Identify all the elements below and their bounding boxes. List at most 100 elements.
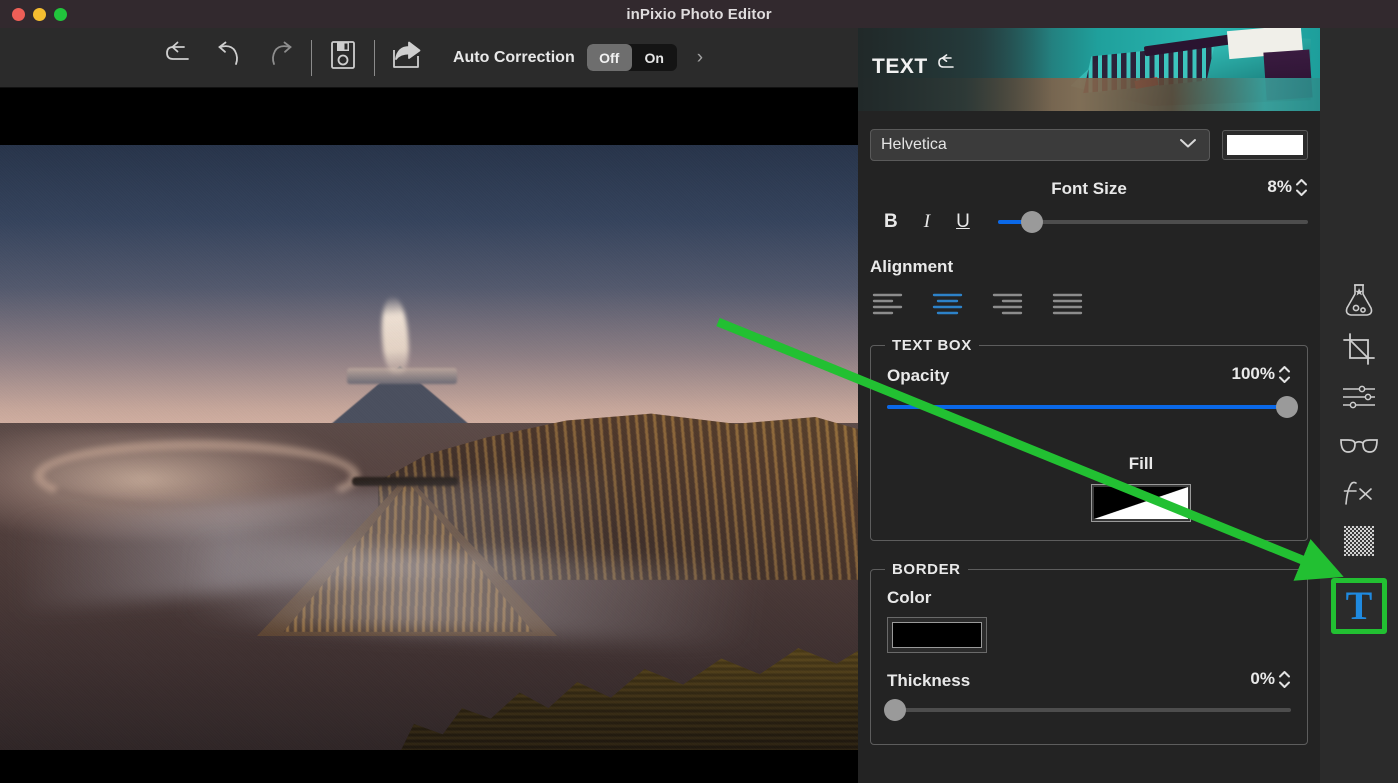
opacity-label: Opacity — [887, 366, 950, 385]
rail-item-crop[interactable] — [1331, 328, 1387, 374]
toolbar-divider-1 — [310, 39, 312, 76]
undo-icon — [214, 40, 246, 75]
crop-icon — [1342, 332, 1376, 371]
photo-mount-bromo[interactable] — [0, 145, 858, 750]
close-button[interactable] — [12, 7, 25, 21]
thickness-stepper[interactable] — [1278, 670, 1291, 689]
alignment-group — [870, 291, 1308, 321]
minimize-button[interactable] — [33, 7, 46, 21]
title-bar: inPixio Photo Editor — [0, 0, 1398, 28]
panel-reset-icon[interactable] — [937, 54, 959, 79]
font-size-slider[interactable] — [997, 209, 1308, 235]
align-justify-icon — [1052, 291, 1083, 322]
redo-button[interactable] — [255, 36, 305, 80]
rail-item-adjustments[interactable] — [1331, 376, 1387, 422]
font-row: Helvetica — [870, 129, 1308, 161]
share-icon — [390, 39, 422, 76]
rail-item-blur[interactable] — [1331, 424, 1387, 470]
bold-button[interactable]: B — [884, 211, 898, 233]
fill-color-value — [1094, 487, 1188, 519]
share-button[interactable] — [381, 36, 431, 80]
toolbar-icon-group — [155, 36, 431, 80]
font-size-slider-knob[interactable] — [1020, 211, 1043, 233]
adjustments-icon — [1341, 383, 1377, 416]
thickness-slider-knob[interactable] — [884, 699, 907, 721]
thickness-label: Thickness — [887, 671, 971, 690]
text-box-group: TEXT BOX Opacity 100% Fill — [870, 337, 1308, 541]
opacity-value-group: 100% — [1232, 364, 1291, 384]
opacity-slider-fill — [887, 405, 1291, 409]
panel-title: TEXT — [872, 54, 928, 78]
app-window: inPixio Photo Editor Auto Correction Off… — [0, 0, 1398, 783]
image-canvas[interactable] — [0, 88, 858, 783]
font-size-slider-track — [997, 220, 1308, 224]
alignment-label: Alignment — [870, 257, 954, 276]
rail-item-magic[interactable] — [1331, 280, 1387, 326]
thickness-slider-track — [887, 708, 1291, 712]
border-color-value — [892, 622, 982, 648]
border-group: BORDER Color Thickness 0% — [870, 561, 1308, 745]
opacity-stepper[interactable] — [1278, 365, 1291, 384]
toggle-off-option[interactable]: Off — [586, 44, 632, 71]
font-color-swatch[interactable] — [1222, 130, 1308, 160]
window-title: inPixio Photo Editor — [626, 5, 772, 23]
opacity-slider[interactable] — [887, 394, 1298, 420]
thickness-value-group: 0% — [1250, 669, 1291, 689]
style-and-size-row: B I U — [870, 209, 1308, 235]
text-style-group: B I U — [884, 211, 970, 233]
reset-icon — [164, 40, 196, 75]
magic-potion-icon — [1342, 282, 1376, 325]
font-size-value: 8% — [1267, 177, 1292, 196]
chevron-down-icon — [1177, 136, 1199, 155]
font-size-label: Font Size — [1051, 179, 1127, 198]
text-properties-panel: TEXT Helvetica Font Size 8% B I U Alignm… — [858, 28, 1320, 783]
photo-foreground-trees-texture — [394, 640, 858, 750]
save-button[interactable] — [318, 36, 368, 80]
align-center-button[interactable] — [930, 291, 964, 321]
reset-button[interactable] — [155, 36, 205, 80]
fill-label: Fill — [1128, 454, 1154, 473]
save-icon — [328, 39, 358, 76]
font-family-select[interactable]: Helvetica — [870, 129, 1210, 161]
banner-label-group: TEXT — [872, 54, 959, 79]
rail-item-text[interactable]: T — [1331, 578, 1387, 634]
panel-body: Helvetica Font Size 8% B I U Alignment T… — [858, 129, 1320, 745]
align-right-button[interactable] — [990, 291, 1024, 321]
top-toolbar: Auto Correction Off On › — [0, 28, 858, 88]
window-controls — [12, 0, 67, 28]
border-color-label: Color — [887, 588, 932, 607]
border-color-swatch[interactable] — [887, 617, 987, 653]
fill-block: Fill — [887, 454, 1291, 522]
font-family-value: Helvetica — [881, 136, 947, 153]
rail-item-effects[interactable] — [1331, 472, 1387, 518]
font-size-value-group: 8% — [1267, 177, 1308, 197]
thickness-slider[interactable] — [884, 697, 1291, 723]
fill-color-swatch[interactable] — [1091, 484, 1191, 522]
toggle-on-option[interactable]: On — [632, 44, 677, 71]
align-center-icon — [932, 291, 963, 322]
align-justify-button[interactable] — [1050, 291, 1084, 321]
font-size-stepper[interactable] — [1295, 178, 1308, 197]
thickness-row: Thickness 0% — [887, 669, 1291, 693]
redo-icon — [264, 40, 296, 75]
toolbar-divider-2 — [373, 39, 375, 76]
align-right-icon — [992, 291, 1023, 322]
undo-button[interactable] — [205, 36, 255, 80]
border-legend: BORDER — [885, 561, 968, 578]
underline-button[interactable]: U — [956, 211, 970, 233]
opacity-slider-knob[interactable] — [1275, 396, 1298, 418]
glasses-icon — [1339, 434, 1379, 461]
toolbar-expand-chevron-icon[interactable]: › — [697, 48, 703, 67]
text-tool-icon: T — [1345, 583, 1373, 628]
font-size-row: Font Size 8% — [870, 177, 1308, 201]
opacity-value: 100% — [1231, 364, 1275, 383]
italic-button[interactable]: I — [924, 211, 930, 233]
zoom-button[interactable] — [54, 7, 67, 21]
align-left-button[interactable] — [870, 291, 904, 321]
panel-banner: TEXT — [858, 28, 1320, 111]
text-box-legend: TEXT BOX — [885, 337, 979, 354]
texture-grid-icon — [1342, 524, 1376, 563]
fx-icon — [1341, 478, 1377, 513]
auto-correction-toggle[interactable]: Off On — [586, 44, 677, 71]
rail-item-texture[interactable] — [1331, 520, 1387, 566]
